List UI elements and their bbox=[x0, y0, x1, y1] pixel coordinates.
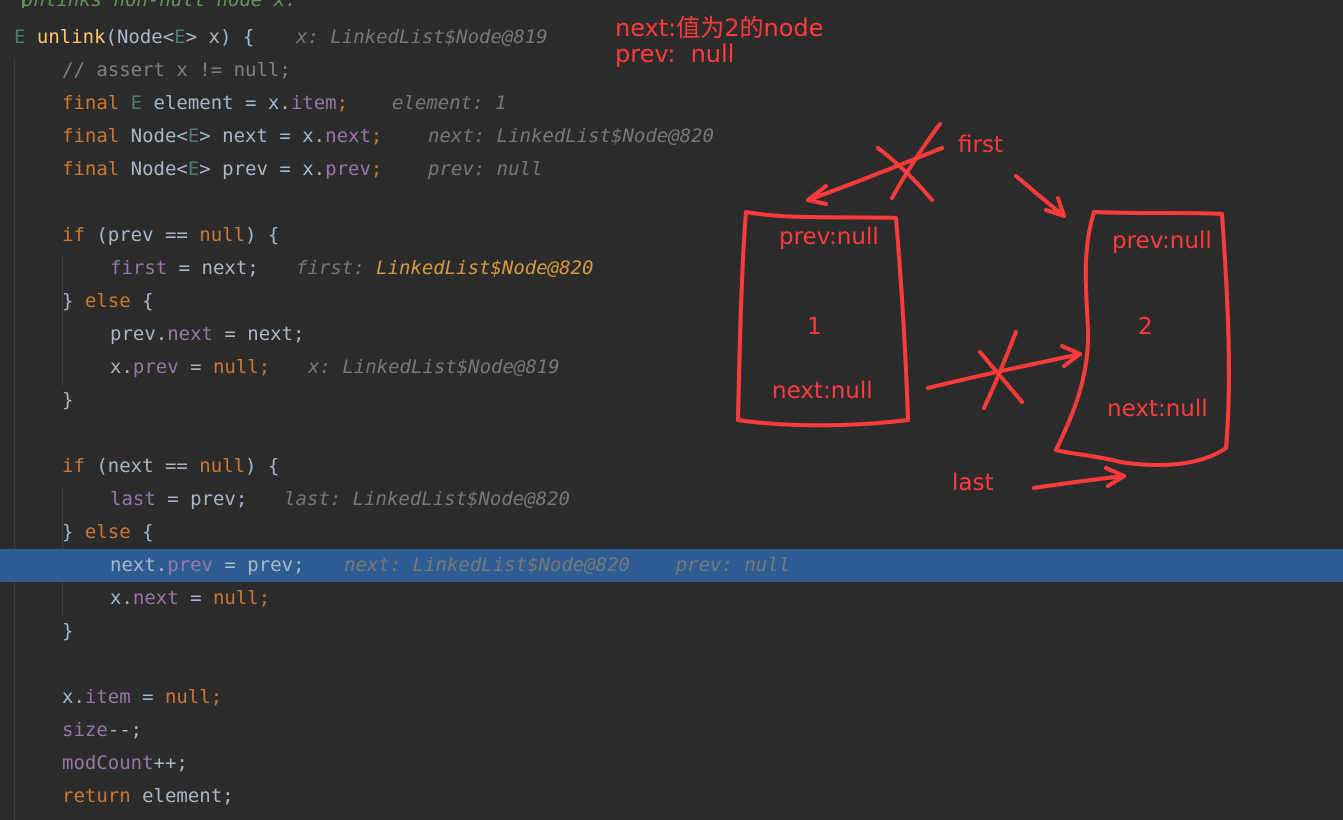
node1-prev-label: prev:null bbox=[779, 224, 879, 250]
node2-next-label: next:null bbox=[1107, 396, 1208, 422]
node2-value-label: 2 bbox=[1138, 314, 1153, 340]
node2-prev-label: prev:null bbox=[1112, 228, 1212, 254]
first-old-arrow bbox=[806, 146, 944, 202]
first-new-arrow bbox=[1014, 174, 1066, 218]
annotation-note-line1: next:值为2的node bbox=[615, 14, 824, 42]
annotation-note-line2: prev: null bbox=[615, 40, 735, 68]
node1-next-label: next:null bbox=[772, 378, 873, 404]
cross-mark-link bbox=[978, 330, 1024, 410]
node1-value-label: 1 bbox=[807, 314, 822, 340]
last-label: last bbox=[952, 470, 994, 496]
first-label: first bbox=[958, 132, 1003, 158]
